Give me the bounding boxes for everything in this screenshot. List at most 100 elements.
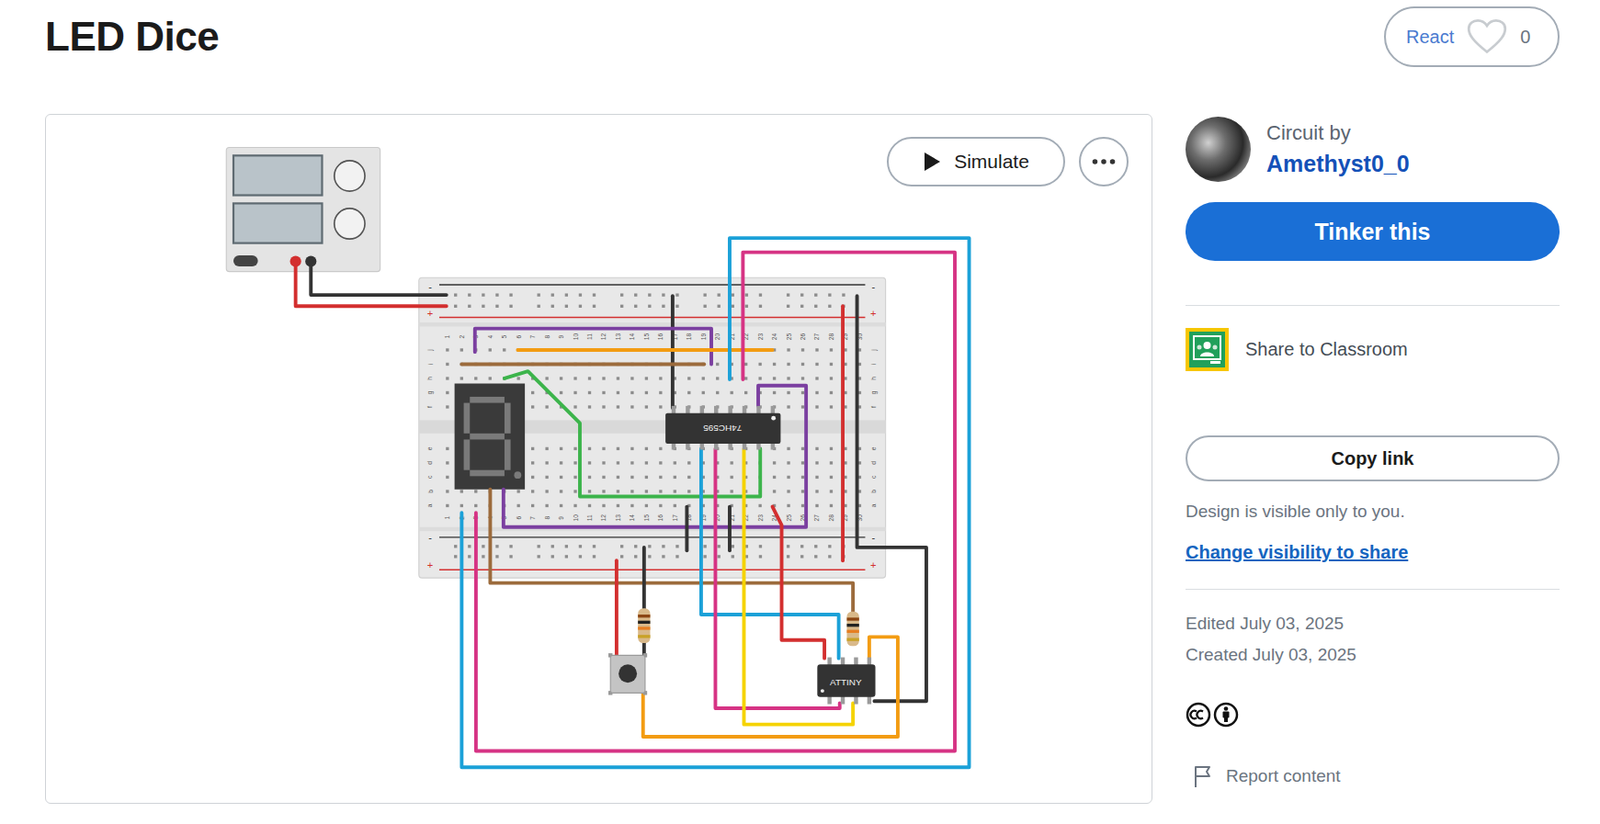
rail-label: + [870,559,876,571]
wire[interactable] [475,329,712,365]
wire[interactable] [701,448,840,659]
wire[interactable] [476,252,955,752]
supply-knob[interactable] [334,160,365,192]
breadboard-hole [531,504,534,508]
rail-hole [786,544,790,548]
wire[interactable] [310,261,446,296]
breadboard-hole [573,405,577,409]
rail-hole [717,544,721,548]
react-button[interactable]: React 0 [1384,6,1560,68]
breadboard-hole [517,376,521,380]
rail-hole [703,293,706,296]
rail-hole [786,305,790,308]
circuit-canvas[interactable]: --++--++11223344556677889910101111121213… [45,113,1153,805]
rail-hole [634,305,637,308]
column-number: 7 [529,334,536,339]
pushbutton[interactable] [608,653,647,695]
wire[interactable] [643,636,898,738]
power-supply[interactable] [226,147,380,272]
wire[interactable] [461,363,704,367]
breadboard-hole [801,391,805,395]
wire[interactable] [295,261,447,307]
seven-segment-display[interactable] [454,384,526,490]
wire[interactable] [727,507,732,552]
breadboard-hole [544,504,548,508]
breadboard-hole [573,447,577,451]
wire[interactable] [489,489,853,613]
breadboard-hole [573,391,577,395]
breadboard-hole [815,504,818,508]
report-content[interactable]: Report content [1185,764,1560,789]
rail-hole [814,555,818,558]
column-number: 10 [572,514,579,522]
wire[interactable] [503,385,806,528]
react-count: 0 [1520,26,1531,48]
row-letter: c [426,475,433,479]
breadboard-hole [829,476,833,479]
rail-hole [453,305,457,308]
breadboard-hole [687,476,691,479]
rail-hole [453,293,457,296]
breadboard-hole [616,405,620,409]
breadboard-hole [801,504,805,508]
license[interactable] [1185,702,1560,728]
rail-hole [551,293,555,296]
wire[interactable] [642,547,647,609]
wire[interactable] [772,507,826,659]
more-button[interactable] [1078,136,1129,187]
breadboard-hole [829,504,833,508]
resistor[interactable] [846,612,859,647]
breadboard-hole [460,376,464,380]
tinker-button[interactable]: Tinker this [1185,202,1560,261]
chip-pin [727,406,732,415]
wire[interactable] [857,295,927,702]
rail-hole [495,544,499,548]
breadboard-hole [829,348,833,352]
shift-register-chip[interactable]: 74HC595 [665,406,781,451]
share-classroom[interactable]: Share to Classroom [1185,328,1560,372]
supply-knob[interactable] [334,208,365,239]
change-visibility-link[interactable]: Change visibility to share [1185,542,1560,564]
breadboard-hole [744,376,748,380]
rail-hole [467,555,471,558]
breadboard-hole [815,348,818,352]
breadboard-hole [601,461,605,465]
breadboard-hole [815,476,818,479]
chip-pin [827,658,831,667]
breadboard-hole [673,476,677,479]
breadboard-hole [502,348,506,352]
rail-hole [592,305,596,308]
breadboard-hole [630,461,634,465]
breadboard-hole [474,504,477,508]
copy-link-button[interactable]: Copy link [1185,435,1560,482]
flag-icon [1192,764,1215,789]
rail-label: - [871,532,875,544]
rail-hole [495,305,499,308]
supply-switch[interactable] [233,255,259,267]
breadboard-hole [601,504,605,508]
breadboard-hole [715,363,719,366]
wire[interactable] [614,560,619,656]
sidebar: Circuit by Amethyst0_0 Tinker this Share… [1185,113,1560,805]
breadboard-hole [815,391,818,395]
avatar-icon[interactable] [1185,116,1251,182]
breadboard-hole [815,447,818,451]
rail-hole [647,555,651,558]
wire[interactable] [840,306,845,561]
breadboard-hole [445,391,449,395]
column-number: 1 [443,516,451,521]
wire[interactable] [684,507,689,552]
breadboard-hole [829,405,833,409]
resistor[interactable] [637,608,650,644]
simulate-button[interactable]: Simulate [886,136,1066,187]
column-number: 16 [657,514,664,522]
wire[interactable] [517,348,772,352]
chip-pin [840,696,845,705]
author-link[interactable]: Amethyst0_0 [1266,150,1410,178]
wire[interactable] [670,295,675,409]
wire[interactable] [461,238,969,768]
circuit-diagram[interactable]: --++--++11223344556677889910101111121213… [45,114,1152,804]
breadboard-hole [559,391,563,395]
column-number: 25 [785,333,793,341]
attiny-chip[interactable]: ATTINY [817,658,875,705]
